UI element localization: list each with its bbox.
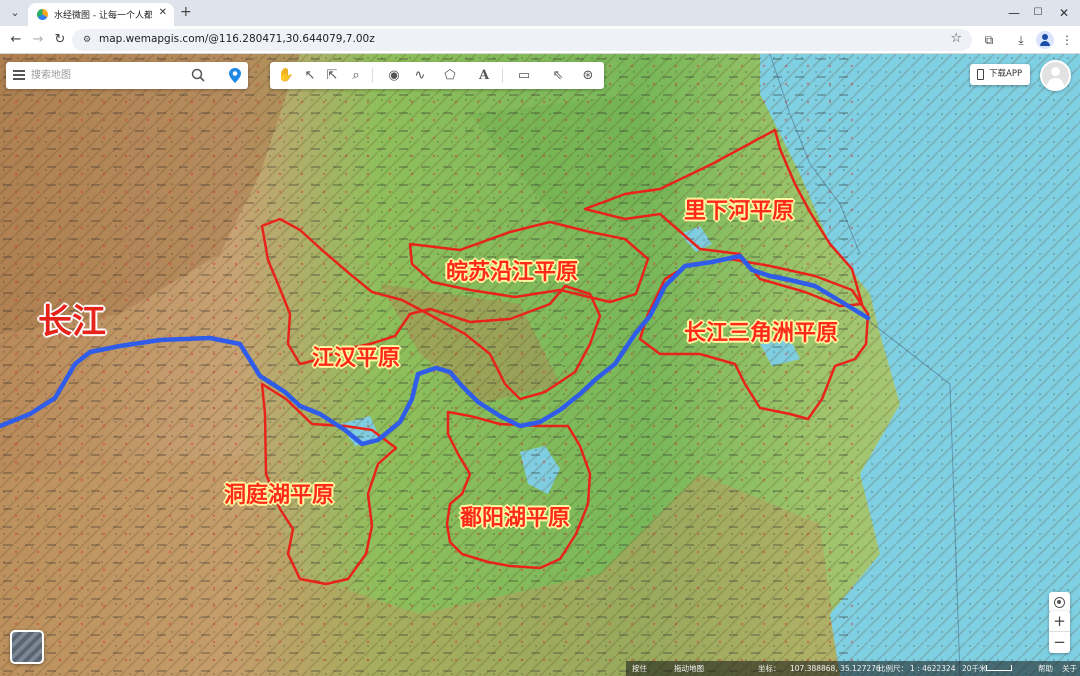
toolbar-divider: [372, 68, 373, 83]
zoom-search-icon[interactable]: ⌕: [346, 66, 366, 85]
place-name-texture: [0, 54, 860, 676]
more-menu-icon[interactable]: ⋮: [1058, 31, 1076, 49]
site-info-icon[interactable]: ⚙: [80, 33, 94, 47]
zoom-in-button[interactable]: +: [1049, 611, 1070, 632]
polyline-icon[interactable]: ∿: [410, 66, 430, 85]
target-compass-icon[interactable]: ⊛: [578, 66, 598, 85]
zoom-control: + −: [1049, 611, 1070, 653]
browser-window: ⌄ 水经微图 - 让每一个人都有自己 ✕ + — ☐ ✕ ← → ↻ ⚙ map…: [0, 0, 1080, 676]
status-hint-2: 拖动地图: [674, 664, 704, 673]
scale-value: 1 : 4622324: [910, 664, 956, 673]
tab-search-menu[interactable]: ⌄: [6, 4, 24, 22]
map-toolbar: ✋ ↖ ⇱ ⌕ ◉ ∿ ⬠ A ▭ ⇖ ⊛: [270, 62, 604, 89]
scale-label: 比例尺：: [878, 664, 908, 673]
map-search-box: [6, 62, 248, 89]
close-window-button[interactable]: ✕: [1054, 4, 1074, 22]
omnibox[interactable]: ⚙ map.wemapgis.com/@116.280471,30.644079…: [72, 29, 972, 51]
about-link[interactable]: 关于: [1062, 661, 1077, 676]
new-tab-button[interactable]: +: [180, 4, 192, 20]
forward-button[interactable]: →: [30, 32, 46, 48]
measure-icon[interactable]: ▭: [514, 66, 534, 85]
tab-strip: ⌄ 水经微图 - 让每一个人都有自己 ✕ + — ☐ ✕: [0, 0, 1080, 26]
map-canvas[interactable]: [0, 54, 1080, 676]
coordinate-label: 坐标：: [758, 664, 781, 673]
coordinate-value: 107.388868, 35.127276: [790, 664, 881, 673]
marker-icon[interactable]: ◉: [384, 66, 404, 85]
location-pin-icon[interactable]: [227, 67, 243, 84]
pointer-select-icon[interactable]: ⇱: [322, 66, 342, 85]
tab-close-icon[interactable]: ✕: [159, 7, 167, 18]
maximize-button[interactable]: ☐: [1028, 4, 1048, 22]
yangtze-label: 长江: [38, 302, 106, 342]
toolbar-divider: [502, 68, 503, 83]
bookmark-star-icon[interactable]: ☆: [950, 31, 962, 46]
reload-button[interactable]: ↻: [52, 32, 68, 48]
pan-hand-icon[interactable]: ✋: [276, 66, 296, 85]
status-bar: 按住 拖动地图 坐标： 107.388868, 35.127276 比例尺： 1…: [626, 661, 1080, 676]
download-app-button[interactable]: 下载APP: [970, 64, 1030, 85]
address-bar: ← → ↻ ⚙ map.wemapgis.com/@116.280471,30.…: [0, 26, 1080, 54]
pointer-plus-icon[interactable]: ⇖: [548, 66, 568, 85]
favicon-icon: [37, 9, 48, 20]
text-tool-icon[interactable]: A: [474, 66, 494, 85]
extensions-icon[interactable]: ⧉: [980, 31, 998, 49]
tab-active[interactable]: 水经微图 - 让每一个人都有自己 ✕: [28, 3, 174, 26]
profile-icon[interactable]: [1036, 31, 1054, 49]
scale-bar: [986, 665, 1012, 671]
download-app-label: 下载APP: [989, 69, 1023, 79]
menu-icon[interactable]: [13, 70, 25, 80]
help-link[interactable]: 帮助: [1038, 661, 1053, 676]
polygon-icon[interactable]: ⬠: [440, 66, 460, 85]
zoom-out-button[interactable]: −: [1049, 632, 1070, 653]
user-avatar[interactable]: [1040, 60, 1071, 91]
dongting-plain-label: 洞庭湖平原: [224, 483, 335, 508]
jianghan-plain-label: 江汉平原: [312, 346, 401, 371]
back-button[interactable]: ←: [8, 32, 24, 48]
layer-switch-button[interactable]: [10, 630, 44, 664]
my-location-button[interactable]: [1049, 592, 1070, 613]
map-viewport[interactable]: 长江 里下河平原 皖苏沿江平原 长江三角洲平原 江汉平原 洞庭湖平原 鄱阳湖平原…: [0, 54, 1080, 676]
search-icon[interactable]: [191, 68, 205, 82]
lixiahe-plain-label: 里下河平原: [684, 199, 795, 224]
select-arrow-icon[interactable]: ↖: [300, 66, 320, 85]
url-text[interactable]: map.wemapgis.com/@116.280471,30.644079,7…: [99, 33, 375, 45]
poyang-plain-label: 鄱阳湖平原: [460, 506, 571, 531]
minimize-button[interactable]: —: [1004, 4, 1024, 22]
status-hint-1: 按住: [632, 664, 647, 673]
wansu-plain-label: 皖苏沿江平原: [446, 260, 579, 285]
phone-icon: [977, 69, 984, 80]
yangtze-delta-plain-label: 长江三角洲平原: [684, 321, 839, 346]
tab-title: 水经微图 - 让每一个人都有自己: [54, 11, 152, 21]
scale-bar-label: 20千米: [962, 664, 987, 673]
downloads-icon[interactable]: ⤓: [1012, 31, 1030, 49]
search-input[interactable]: [31, 67, 181, 84]
